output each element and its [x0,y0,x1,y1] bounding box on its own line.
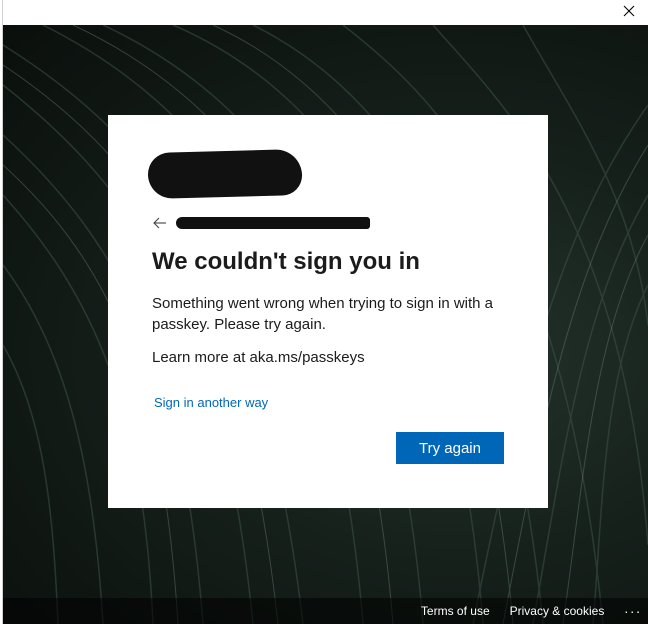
redacted-logo [147,148,303,200]
back-button[interactable] [152,215,168,231]
close-button[interactable] [616,0,642,22]
more-options-button[interactable]: ... [624,600,642,616]
try-again-button[interactable]: Try again [396,432,504,464]
sign-in-another-way-link[interactable]: Sign in another way [154,395,268,410]
error-message: Something went wrong when trying to sign… [152,295,494,333]
terms-of-use-link[interactable]: Terms of use [421,604,490,618]
learn-more-text: Learn more at aka.ms/passkeys [152,349,365,366]
privacy-cookies-link[interactable]: Privacy & cookies [510,604,605,618]
redacted-account-identity [176,217,370,229]
footer-bar: Terms of use Privacy & cookies ... [3,598,648,624]
close-icon [623,5,635,17]
sign-in-dialog: We couldn't sign you in Something went w… [108,115,548,508]
dialog-title: We couldn't sign you in [152,248,420,275]
back-arrow-icon [153,217,166,229]
title-bar [3,0,648,25]
identity-row [152,213,382,233]
